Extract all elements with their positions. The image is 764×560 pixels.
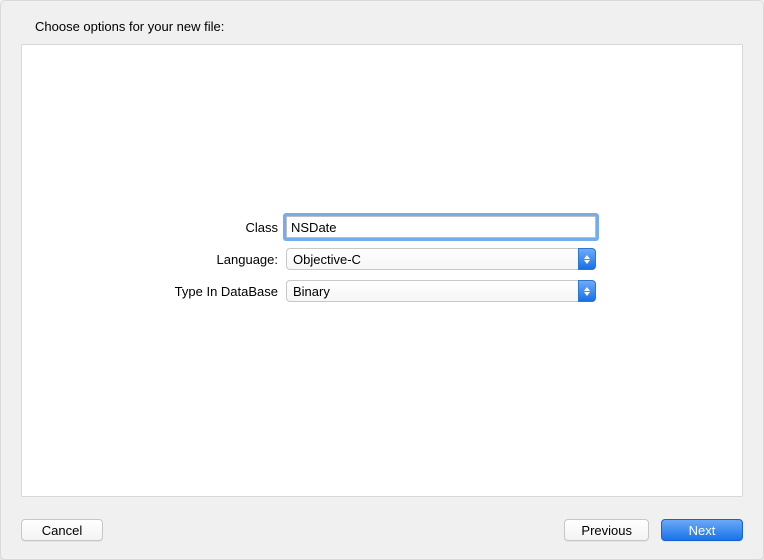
cancel-button[interactable]: Cancel (21, 519, 103, 541)
next-button[interactable]: Next (661, 519, 743, 541)
dialog-header: Choose options for your new file: (21, 19, 743, 34)
options-panel: Class Language: Objective-C Type In Data… (21, 44, 743, 497)
chevron-up-icon (584, 255, 590, 259)
new-file-options-dialog: Choose options for your new file: Class … (0, 0, 764, 560)
language-select[interactable]: Objective-C (286, 248, 596, 270)
chevron-up-icon (584, 287, 590, 291)
type-in-database-select-button[interactable] (578, 280, 596, 302)
class-input[interactable] (286, 216, 596, 238)
language-row: Language: Objective-C (22, 248, 742, 270)
language-select-button[interactable] (578, 248, 596, 270)
chevron-down-icon (584, 292, 590, 296)
type-in-database-row: Type In DataBase Binary (22, 280, 742, 302)
type-in-database-label: Type In DataBase (22, 284, 278, 299)
dialog-footer: Cancel Previous Next (21, 497, 743, 541)
chevron-down-icon (584, 260, 590, 264)
form-area: Class Language: Objective-C Type In Data… (22, 216, 742, 302)
previous-button[interactable]: Previous (564, 519, 649, 541)
language-label: Language: (22, 252, 278, 267)
type-in-database-select[interactable]: Binary (286, 280, 596, 302)
class-input-wrap (286, 216, 596, 238)
type-in-database-select-value: Binary (286, 280, 578, 302)
language-select-value: Objective-C (286, 248, 578, 270)
class-row: Class (22, 216, 742, 238)
class-label: Class (22, 220, 278, 235)
